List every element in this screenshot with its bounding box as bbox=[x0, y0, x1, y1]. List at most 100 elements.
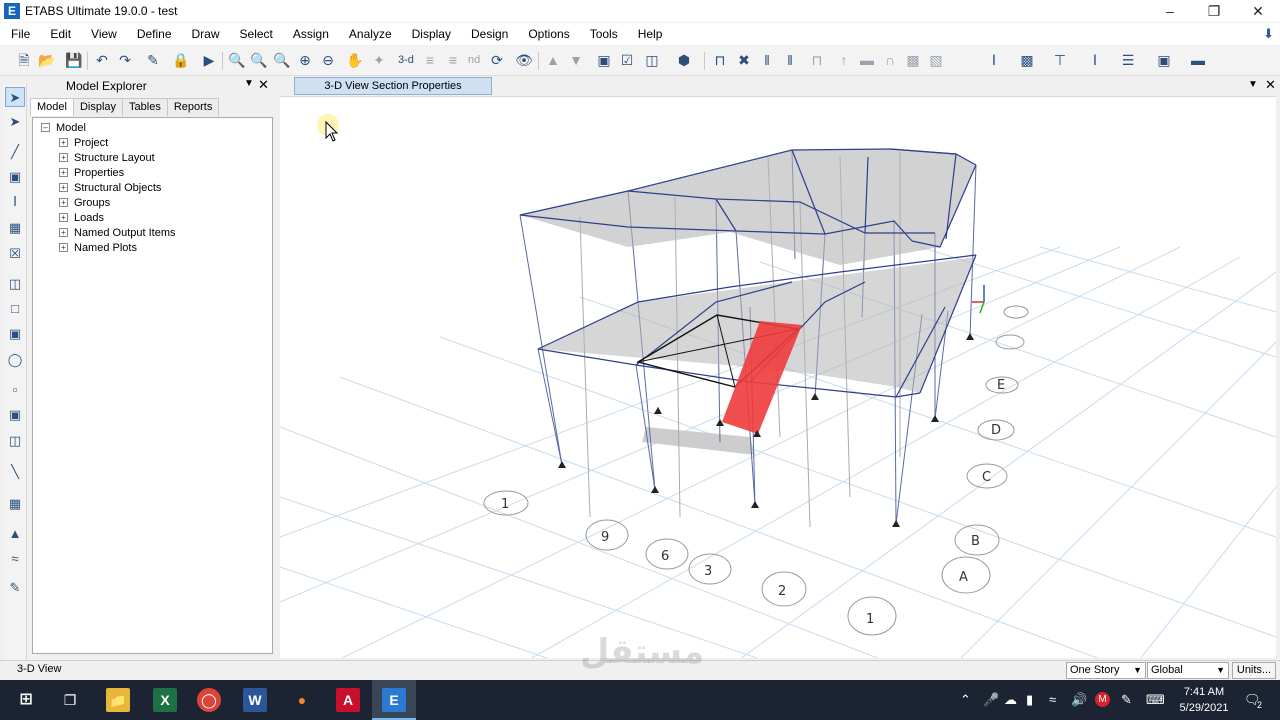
coordinate-system-select[interactable]: Global ▼ bbox=[1147, 662, 1229, 679]
menu-draw[interactable]: Draw bbox=[181, 23, 229, 45]
volume-icon[interactable]: 🔊 bbox=[1071, 692, 1087, 708]
slab-section-icon[interactable]: ☰ bbox=[1118, 50, 1138, 70]
pan-icon[interactable]: ✋ bbox=[345, 50, 365, 70]
draw-frame-icon[interactable]: ⊓ bbox=[710, 50, 730, 70]
column-section-icon[interactable]: Ⅰ bbox=[1085, 50, 1105, 70]
line-section-icon[interactable]: ▬ bbox=[1188, 50, 1208, 70]
draw-tendon-icon[interactable]: ▲ bbox=[5, 524, 25, 544]
expand-icon[interactable]: + bbox=[59, 168, 68, 177]
plan-view-icon[interactable]: ≡ bbox=[420, 50, 440, 70]
restore-button[interactable]: ❐ bbox=[1192, 0, 1236, 22]
menu-design[interactable]: Design bbox=[460, 23, 517, 45]
windows-start-icon[interactable]: ⊞ bbox=[14, 688, 38, 712]
open-model-icon[interactable]: 📂 bbox=[37, 50, 57, 70]
panel-options-icon[interactable]: ▼ bbox=[244, 78, 254, 89]
tree-item-project[interactable]: + Project bbox=[59, 136, 176, 151]
draw-link-icon[interactable]: ▬ bbox=[857, 50, 877, 70]
view-options-dropdown-icon[interactable]: ▼ bbox=[1248, 79, 1258, 90]
tree-item-loads[interactable]: + Loads bbox=[59, 211, 176, 226]
expand-icon[interactable]: + bbox=[59, 153, 68, 162]
draw-area-icon[interactable]: ▧ bbox=[926, 50, 946, 70]
expand-icon[interactable]: + bbox=[59, 138, 68, 147]
extrude-icon[interactable]: ◫ bbox=[642, 50, 662, 70]
pen-icon[interactable]: ✎ bbox=[143, 50, 163, 70]
draw-dimension-tool-icon[interactable]: ✎ bbox=[5, 578, 25, 598]
checkbox-icon[interactable]: ☑ bbox=[617, 50, 637, 70]
close-window-button[interactable]: ✕ bbox=[1236, 0, 1280, 22]
draw-beams-icon[interactable]: ‖ bbox=[780, 50, 800, 70]
draw-opening-icon[interactable]: ∩ bbox=[880, 50, 900, 70]
rubber-band-icon[interactable]: ✦ bbox=[369, 50, 389, 70]
etabs-taskbar-icon[interactable]: E bbox=[382, 688, 406, 712]
collapse-icon[interactable]: – bbox=[41, 123, 50, 132]
close-view-icon[interactable]: ✕ bbox=[1265, 77, 1276, 93]
wifi-icon[interactable]: ≈ bbox=[1049, 692, 1056, 707]
draw-brace-tool-icon[interactable]: ☒ bbox=[5, 244, 25, 264]
menu-assign[interactable]: Assign bbox=[282, 23, 338, 45]
quick-draw-floor-icon[interactable]: ▣ bbox=[5, 324, 25, 344]
menu-edit[interactable]: Edit bbox=[39, 23, 80, 45]
zoom-window-icon[interactable]: 🔍 bbox=[227, 50, 247, 70]
menu-define[interactable]: Define bbox=[126, 23, 181, 45]
draw-columns-icon[interactable]: ‖ bbox=[757, 50, 777, 70]
lock-icon[interactable]: 🔒 bbox=[171, 50, 191, 70]
draw-point-icon[interactable]: ↑ bbox=[834, 50, 854, 70]
draw-brace-icon[interactable]: ✖ bbox=[734, 50, 754, 70]
tab-3d-view[interactable]: 3-D View Section Properties bbox=[294, 77, 492, 95]
named-view-button[interactable]: nd bbox=[468, 50, 480, 70]
wall-section-icon[interactable]: ▣ bbox=[1154, 50, 1174, 70]
story-select[interactable]: One Story ▼ bbox=[1066, 662, 1146, 679]
zoom-restore-icon[interactable]: 🔍 bbox=[249, 50, 269, 70]
view-3d-button[interactable]: 3-d bbox=[398, 50, 414, 70]
task-view-icon[interactable]: ❐ bbox=[58, 688, 82, 712]
keyboard-icon[interactable]: ⌨ bbox=[1146, 692, 1165, 708]
tab-tables[interactable]: Tables bbox=[122, 98, 168, 116]
menu-display[interactable]: Display bbox=[401, 23, 460, 45]
elevation-view-icon[interactable]: ≡ bbox=[443, 50, 463, 70]
etabs-app-icon[interactable]: E bbox=[4, 3, 20, 19]
menu-view[interactable]: View bbox=[80, 23, 126, 45]
select-all-icon[interactable]: ▣ bbox=[594, 50, 614, 70]
zoom-all-icon[interactable]: 🔍 bbox=[272, 50, 292, 70]
model-3d-viewport[interactable]: 1 9 6 3 2 1 A B C D E bbox=[280, 96, 1276, 658]
draw-grid-icon[interactable]: ▦ bbox=[5, 494, 25, 514]
frame-section-icon[interactable]: ⊤ bbox=[1050, 50, 1070, 70]
draw-link-tool-icon[interactable]: ╲ bbox=[5, 462, 25, 482]
minimize-button[interactable]: – bbox=[1148, 0, 1192, 22]
redo-icon[interactable]: ↷ bbox=[115, 50, 135, 70]
file-explorer-icon[interactable]: 📁 bbox=[106, 688, 130, 712]
microphone-icon[interactable]: 🎤 bbox=[983, 692, 999, 708]
tree-item-named-plots[interactable]: + Named Plots bbox=[59, 241, 176, 256]
recorder-icon[interactable]: ● bbox=[290, 688, 314, 712]
draw-slab-icon[interactable]: ▩ bbox=[903, 50, 923, 70]
tab-reports[interactable]: Reports bbox=[166, 98, 220, 116]
tree-item-structure-layout[interactable]: + Structure Layout bbox=[59, 151, 176, 166]
draw-line-icon[interactable]: ╱ bbox=[5, 142, 25, 162]
object-shading-icon[interactable]: ⬢ bbox=[674, 50, 694, 70]
view-options-icon[interactable]: 👁 bbox=[514, 50, 534, 70]
draw-wave-icon[interactable]: ≈ bbox=[5, 549, 25, 569]
clock[interactable]: 7:41 AM 5/29/2021 bbox=[1172, 684, 1236, 716]
pen-tray-icon[interactable]: ✎ bbox=[1121, 692, 1132, 708]
draw-floor-tool-icon[interactable]: ◫ bbox=[5, 274, 25, 294]
chrome-icon[interactable]: ◯ bbox=[197, 688, 221, 712]
save-icon[interactable]: 💾 bbox=[64, 50, 84, 70]
draw-circle-icon[interactable]: ◯ bbox=[5, 350, 25, 370]
new-model-icon[interactable]: 🗎 bbox=[14, 50, 34, 70]
move-down-icon[interactable]: ▼ bbox=[566, 50, 586, 70]
draw-wall-openings-icon[interactable]: ◫ bbox=[5, 431, 25, 451]
section-cut-icon[interactable]: ▩ bbox=[1017, 50, 1037, 70]
tree-item-structural-objects[interactable]: + Structural Objects bbox=[59, 181, 176, 196]
units-button[interactable]: Units... bbox=[1232, 662, 1276, 679]
draw-wall-tool-icon[interactable]: ▫ bbox=[5, 380, 25, 400]
close-panel-icon[interactable]: ✕ bbox=[258, 77, 269, 93]
expand-icon[interactable]: + bbox=[59, 228, 68, 237]
draw-column-tool-icon[interactable]: Ⅰ bbox=[5, 192, 25, 212]
expand-icon[interactable]: + bbox=[59, 198, 68, 207]
expand-icon[interactable]: + bbox=[59, 183, 68, 192]
draw-beam-tool-icon[interactable]: ▦ bbox=[5, 218, 25, 238]
draw-frame-tool-icon[interactable]: ▣ bbox=[5, 167, 25, 187]
model-3d-canvas[interactable]: 1 9 6 3 2 1 A B C D E bbox=[280, 97, 1276, 658]
tree-item-named-output-items[interactable]: + Named Output Items bbox=[59, 226, 176, 241]
expand-icon[interactable]: + bbox=[59, 213, 68, 222]
